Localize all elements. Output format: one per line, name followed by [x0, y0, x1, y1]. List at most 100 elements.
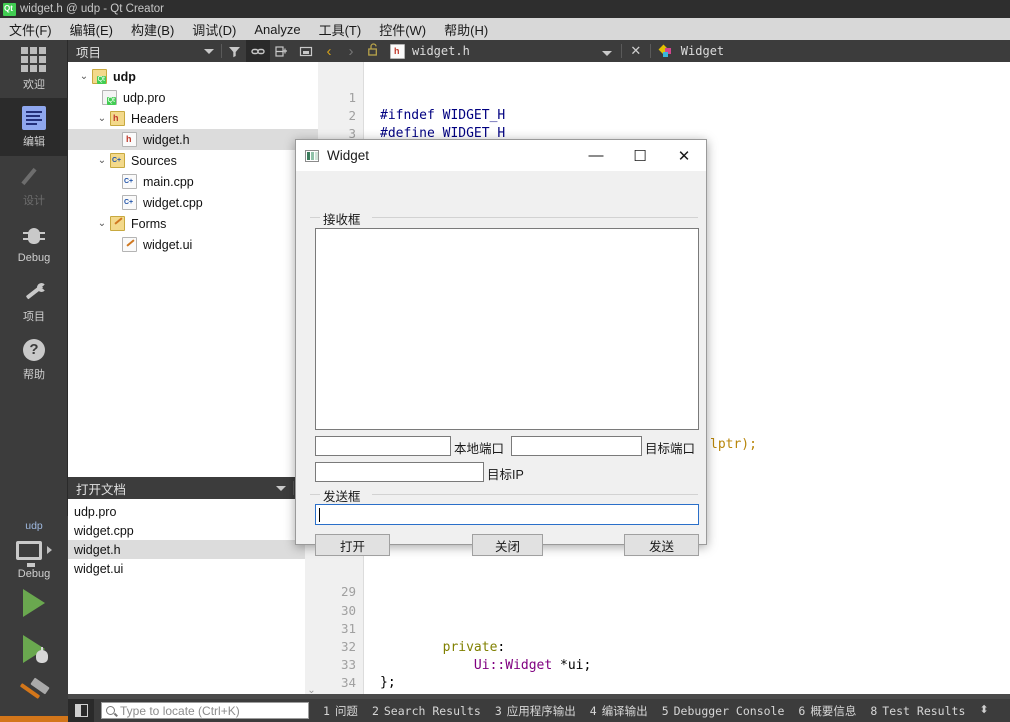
output-tab-number: 1 [323, 703, 330, 718]
tree-row-headers[interactable]: ⌄ Headers [68, 108, 318, 129]
send-button[interactable]: 发送 [624, 534, 699, 556]
code-line: 2 #define WIDGET_H [318, 88, 1010, 142]
tree-row-widget-ui[interactable]: widget.ui [68, 234, 318, 255]
chevron-down-icon[interactable] [269, 477, 293, 499]
menu-build[interactable]: 构建(B) [122, 18, 183, 41]
project-pane-header: 项目 [68, 40, 318, 62]
filter-icon[interactable] [222, 40, 246, 62]
tree-row-main-cpp[interactable]: main.cpp [68, 171, 318, 192]
dialog-titlebar[interactable]: Widget — ☐ ✕ [296, 140, 706, 171]
tree-row-udp-pro[interactable]: udp.pro [68, 87, 318, 108]
minimize-button[interactable]: — [574, 140, 618, 171]
local-port-input[interactable] [315, 436, 451, 456]
tree-row-widget-h[interactable]: widget.h [68, 129, 318, 150]
mode-debug[interactable]: Debug [0, 214, 68, 272]
code-line: 35 #endif // WIDGET_H [318, 673, 1010, 700]
menubar: 文件(F) 编辑(E) 构建(B) 调试(D) Analyze 工具(T) 控件… [0, 18, 1010, 40]
target-ip-input[interactable] [315, 462, 484, 482]
doc-item-widget-h[interactable]: widget.h [68, 540, 318, 559]
mode-help[interactable]: ? 帮助 [0, 330, 68, 388]
tree-row-udp[interactable]: ⌄ udp [68, 66, 318, 87]
open-button-label: 打开 [339, 539, 365, 554]
menu-edit[interactable]: 编辑(E) [61, 18, 122, 41]
send-groupbox-label: 发送框 [320, 486, 364, 505]
tree-row-forms[interactable]: ⌄ Forms [68, 213, 318, 234]
close-icon[interactable]: ✕ [625, 43, 647, 59]
output-tab-number: 5 [661, 703, 669, 718]
dialog-close-button[interactable]: ✕ [662, 140, 706, 171]
tree-row-widget-cpp[interactable]: widget.cpp [68, 192, 318, 213]
send-groupbox: 发送框 [310, 486, 698, 505]
editor-symbol-selector[interactable]: Widget [654, 44, 730, 58]
kit-buildconfig-label: Debug [17, 568, 51, 580]
chevron-left-icon[interactable]: ‹ [318, 43, 340, 60]
doc-item-udp-pro[interactable]: udp.pro [68, 502, 318, 521]
menu-debug[interactable]: 调试(D) [183, 18, 245, 41]
unlock-icon[interactable] [362, 42, 384, 60]
link-icon[interactable] [246, 40, 270, 62]
menu-tools[interactable]: 工具(T) [310, 18, 371, 41]
mode-welcome[interactable]: 欢迎 [0, 40, 68, 98]
menu-file[interactable]: 文件(F) [0, 18, 61, 41]
receive-textarea[interactable] [315, 228, 699, 430]
tree-label: Forms [131, 216, 167, 231]
chevron-down-icon[interactable] [596, 43, 618, 60]
mode-edit[interactable]: 编辑 [0, 98, 68, 156]
split-icon[interactable] [270, 40, 294, 62]
mode-projects[interactable]: 项目 [0, 272, 68, 330]
sidebar-toggle-icon[interactable] [68, 699, 94, 722]
maximize-button[interactable]: ☐ [618, 140, 662, 171]
kit-selector[interactable]: udp Debug [0, 516, 68, 722]
chevron-expanded-icon[interactable]: ⌄ [94, 155, 110, 166]
chevron-expanded-icon[interactable]: ⌄ [94, 218, 110, 229]
output-tab-test-results[interactable]: 8 Test Results [870, 704, 965, 718]
statusbar: Type to locate (Ctrl+K) 1 问题 2 Search Resu… [68, 699, 1010, 722]
desktop-kit-icon [16, 540, 42, 567]
build-button[interactable] [0, 672, 68, 718]
search-input[interactable]: Type to locate (Ctrl+K) [101, 702, 309, 719]
output-tab-search-results[interactable]: 2 Search Results [372, 704, 481, 718]
output-tab-compile-output[interactable]: 4 编译输出 [590, 703, 648, 719]
menu-widgets[interactable]: 控件(W) [370, 18, 435, 41]
doc-item-widget-ui[interactable]: widget.ui [68, 559, 318, 578]
send-input[interactable] [315, 504, 699, 525]
doc-item-widget-cpp[interactable]: widget.cpp [68, 521, 318, 540]
code-line: 31 Ui::Widget *ui; [318, 601, 1010, 673]
open-button[interactable]: 打开 [315, 534, 390, 556]
ui-file-icon [122, 237, 137, 252]
output-tab-debugger-console[interactable]: 5 Debugger Console [662, 704, 785, 718]
widget-window-icon [305, 149, 319, 162]
h-file-icon [390, 43, 405, 59]
groupbox-border-right [372, 494, 698, 495]
editor-file-selector[interactable]: widget.h [384, 43, 476, 59]
collapse-icon[interactable] [294, 40, 318, 62]
chevron-expanded-icon[interactable]: ⌄ [94, 113, 110, 124]
menu-analyze[interactable]: Analyze [245, 20, 309, 39]
tree-row-sources[interactable]: ⌄ Sources [68, 150, 318, 171]
line-content: lptr); [710, 436, 757, 452]
mode-design[interactable]: 设计 [0, 156, 68, 214]
target-ip-label: 目标IP [487, 468, 524, 482]
tree-label: Sources [131, 153, 177, 168]
debug-button[interactable] [0, 626, 68, 672]
target-port-input[interactable] [511, 436, 642, 456]
kit-target-row[interactable] [0, 532, 68, 568]
output-tab-application-output[interactable]: 3 应用程序输出 [495, 703, 576, 719]
output-tab-general-messages[interactable]: 6 概要信息 [798, 703, 856, 719]
run-button[interactable] [0, 580, 68, 626]
kit-project-name: udp [25, 520, 43, 532]
receive-groupbox: 接收框 [310, 209, 698, 228]
menu-help[interactable]: 帮助(H) [435, 18, 497, 41]
close-button[interactable]: 关闭 [472, 534, 543, 556]
chevron-down-icon[interactable] [197, 40, 221, 62]
widget-dialog: Widget — ☐ ✕ 接收框 本地端口 目标端口 目标IP 发送框 打开 关… [295, 139, 707, 556]
tree-label: widget.h [143, 132, 190, 147]
output-tab-issues[interactable]: 1 问题 [323, 703, 358, 719]
project-pane-title: 项目 [76, 45, 102, 60]
chevron-right-icon[interactable]: › [340, 43, 362, 60]
output-tab-label: 编译输出 [601, 703, 648, 718]
up-down-arrows-icon[interactable]: ⬍ [979, 705, 988, 716]
chevron-expanded-icon[interactable]: ⌄ [76, 71, 92, 82]
output-tab-number: 6 [798, 703, 806, 718]
close-button-label: 关闭 [494, 539, 520, 554]
